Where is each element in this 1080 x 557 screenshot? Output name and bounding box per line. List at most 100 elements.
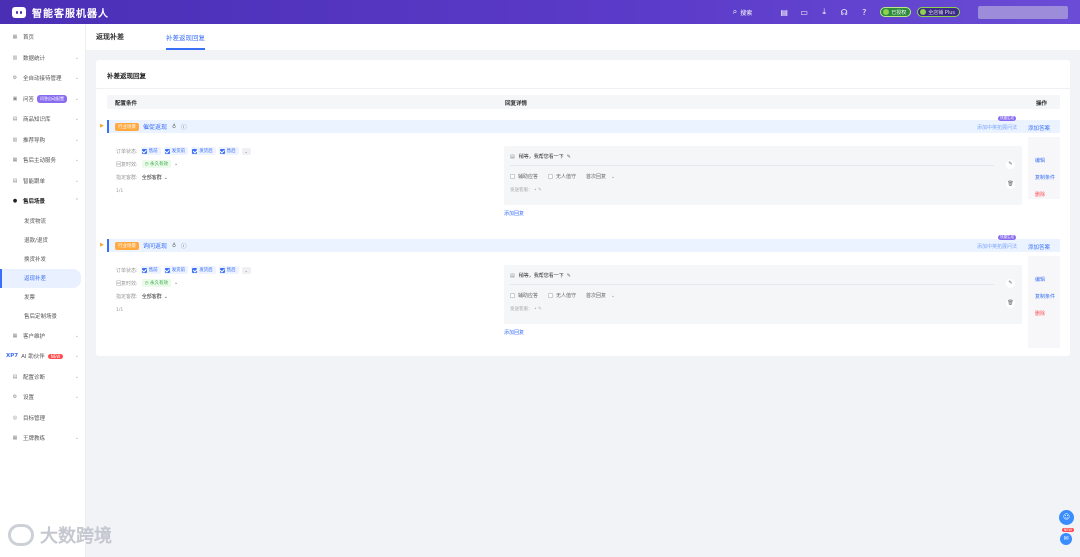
first-reply-select[interactable]: 首次回复 ⌄ <box>586 173 615 181</box>
auth-status-badge[interactable]: 已授权 <box>880 7 912 17</box>
trash-icon[interactable]: 🗑 <box>1006 299 1015 308</box>
info-icon[interactable]: ⓘ <box>181 242 187 250</box>
info-icon[interactable]: ⓘ <box>181 123 187 131</box>
sidebar-item-home[interactable]: ▦ 首页 <box>0 27 85 48</box>
sidebar-item-stats[interactable]: ▥ 数据统计 ⌄ <box>0 48 85 69</box>
edit-button[interactable]: 编辑 <box>1035 157 1045 164</box>
document-icon[interactable]: ▤ <box>774 8 794 17</box>
unmanned-checkbox[interactable]: 无人值守 <box>548 292 576 299</box>
chevron-down-icon[interactable]: ⌄ <box>164 175 168 181</box>
headset-icon[interactable]: ☊ <box>834 8 854 17</box>
status-checkbox[interactable]: 售后 <box>218 147 239 155</box>
sidebar-sub-shipping[interactable]: 发货物流 <box>0 212 85 231</box>
assist-checkbox[interactable]: 辅助应答 <box>510 292 538 299</box>
rule-name[interactable]: 询问返现 <box>143 241 167 250</box>
reply-text: 稍等，我帮您看一下 <box>518 154 564 160</box>
edit-icon[interactable]: ✎ <box>1006 160 1015 169</box>
sidebar-sub-cashback[interactable]: 返现补差 <box>0 268 81 288</box>
assist-label: 辅助应答 <box>518 293 539 299</box>
assist-checkbox[interactable]: 辅助应答 <box>510 173 538 180</box>
lightbulb-icon[interactable]: ♁ <box>172 243 176 249</box>
screen-icon[interactable]: ▭ <box>794 8 814 17</box>
chevron-down-icon[interactable]: ⌄ <box>241 147 251 155</box>
edit-icon[interactable]: ✎ <box>538 307 542 312</box>
sidebar-item-aftersale-scene[interactable]: ● 售后场景 ⌃ <box>0 191 85 212</box>
xp-logo-icon: XP7 <box>6 353 19 360</box>
add-ref-link[interactable]: 添加中英拓展问法 <box>977 124 1017 131</box>
reply-time-value[interactable]: ◷ 永久有效 <box>141 160 172 168</box>
sidebar-sub-invoice[interactable]: 发票 <box>0 288 85 307</box>
chat-float-button[interactable]: ☺ <box>1059 510 1074 525</box>
sidebar-item-aftersale-service[interactable]: ▦ 售后主动服务 ⌄ <box>0 150 85 171</box>
shop-value[interactable]: 全部客群 <box>142 174 162 181</box>
status-checkbox[interactable]: 售前 <box>140 266 161 274</box>
copy-condition-button[interactable]: 复制条件 <box>1035 293 1055 300</box>
rule-header[interactable]: ▶ 行业场景 询问返现 ♁ ⓘ 快捷生成 添加中英拓展问法 添加答案 <box>100 235 1060 252</box>
tab-cashback[interactable]: 返现补差 <box>96 32 124 50</box>
chevron-down-icon: ⌄ <box>74 353 79 360</box>
unmanned-checkbox[interactable]: 无人值守 <box>548 173 576 180</box>
add-reply-link[interactable]: 添加回复 <box>504 210 524 217</box>
edit-button[interactable]: 编辑 <box>1035 276 1045 283</box>
shop-value[interactable]: 全部客群 <box>142 293 162 300</box>
sidebar-item-goals[interactable]: ◎ 目标管理 <box>0 408 85 429</box>
pager: 1/1 <box>116 308 124 313</box>
sidebar-item-tracking[interactable]: ▤ 智能跟单 ⌄ <box>0 171 85 192</box>
expand-arrow-icon[interactable]: ▶ <box>100 123 104 129</box>
sidebar-sub-custom-scene[interactable]: 售后定制场景 <box>0 307 85 326</box>
add-ref-link[interactable]: 添加中英拓展问法 <box>977 243 1017 250</box>
new-badge: NEW <box>1061 528 1074 532</box>
rule-name[interactable]: 催促返现 <box>143 122 167 131</box>
diagnosis-icon: ▤ <box>12 373 18 380</box>
edit-icon[interactable]: ✎ <box>567 154 571 160</box>
user-account-box[interactable] <box>978 5 1068 19</box>
sidebar-item-settings[interactable]: ⚙ 设置 ⌄ <box>0 387 85 408</box>
edit-icon[interactable]: ✎ <box>1006 279 1015 288</box>
download-icon[interactable]: ⤓ <box>814 7 834 17</box>
sidebar-sub-exchange[interactable]: 换货补发 <box>0 250 85 269</box>
help-icon[interactable]: ? <box>854 8 874 17</box>
shop-row: 指定客群: 全部客群 ⌄ <box>116 174 168 182</box>
add-reply-link[interactable]: 添加回复 <box>504 329 524 336</box>
add-answer-link[interactable]: 添加答案 <box>1028 124 1050 132</box>
plan-dot-icon <box>920 9 927 15</box>
delete-button[interactable]: 删除 <box>1035 310 1045 317</box>
edit-icon[interactable]: ✎ <box>567 273 571 279</box>
sidebar-item-auto-reception[interactable]: ⚙ 全自动接待管理 ⌄ <box>0 68 85 89</box>
lightbulb-icon[interactable]: ♁ <box>172 124 176 130</box>
trash-icon[interactable]: 🗑 <box>1006 180 1015 189</box>
sidebar-item-qa[interactable]: ▣ 问答 问答自动配置 ⌄ <box>0 89 85 110</box>
message-float-button[interactable]: ✉ <box>1060 533 1072 545</box>
chevron-down-icon[interactable]: ⌄ <box>174 161 178 167</box>
expand-arrow-icon[interactable]: ▶ <box>100 242 104 248</box>
sidebar-item-coach[interactable]: ▦ 王牌教练 ⌄ <box>0 428 85 449</box>
rule-header[interactable]: ▶ 行业场景 催促返现 ♁ ⓘ 快捷生成 添加中英拓展问法 添加答案 <box>100 116 1060 133</box>
status-checkbox[interactable]: 发货后 <box>191 147 216 155</box>
sidebar-item-ai-partner[interactable]: XP7 AI 助伙伴 NEW ⌄ <box>0 346 85 367</box>
sidebar-item-recommend[interactable]: ▥ 推荐导购 ⌄ <box>0 130 85 151</box>
add-answer-link[interactable]: 添加答案 <box>1028 243 1050 251</box>
checkbox-icon <box>548 293 554 298</box>
sidebar-sub-refund[interactable]: 退款/退货 <box>0 231 85 250</box>
chevron-down-icon[interactable]: ⌄ <box>174 280 178 286</box>
reply-time-value[interactable]: ◷ 永久有效 <box>141 279 172 287</box>
chevron-down-icon[interactable]: ⌄ <box>241 266 251 274</box>
edit-icon[interactable]: ✎ <box>538 188 542 193</box>
delete-button[interactable]: 删除 <box>1035 191 1045 198</box>
reply-time-text: 永久有效 <box>150 162 169 167</box>
plan-badge[interactable]: 全店铺 Plus <box>917 7 960 17</box>
search-button[interactable]: ⌕ 搜索 <box>733 7 753 17</box>
status-checkbox[interactable]: 售前 <box>140 147 161 155</box>
sidebar-item-product-kb[interactable]: ▤ 商品知识库 ⌄ <box>0 109 85 130</box>
status-checkbox[interactable]: 发货后 <box>191 266 216 274</box>
sidebar-item-customer[interactable]: ▦ 客户维护 ⌄ <box>0 326 85 347</box>
copy-condition-button[interactable]: 复制条件 <box>1035 174 1055 181</box>
first-reply-select[interactable]: 首次回复 ⌄ <box>586 292 615 300</box>
reply-time-text: 永久有效 <box>150 281 169 286</box>
status-checkbox[interactable]: 售后 <box>218 266 239 274</box>
chevron-down-icon[interactable]: ⌄ <box>164 294 168 300</box>
sidebar-item-diagnosis[interactable]: ▤ 配置诊断 ⌄ <box>0 367 85 388</box>
tab-cashback-reply[interactable]: 补差返现回复 <box>166 32 205 50</box>
status-checkbox[interactable]: 发货前 <box>163 266 189 274</box>
status-checkbox[interactable]: 发货前 <box>163 147 189 155</box>
